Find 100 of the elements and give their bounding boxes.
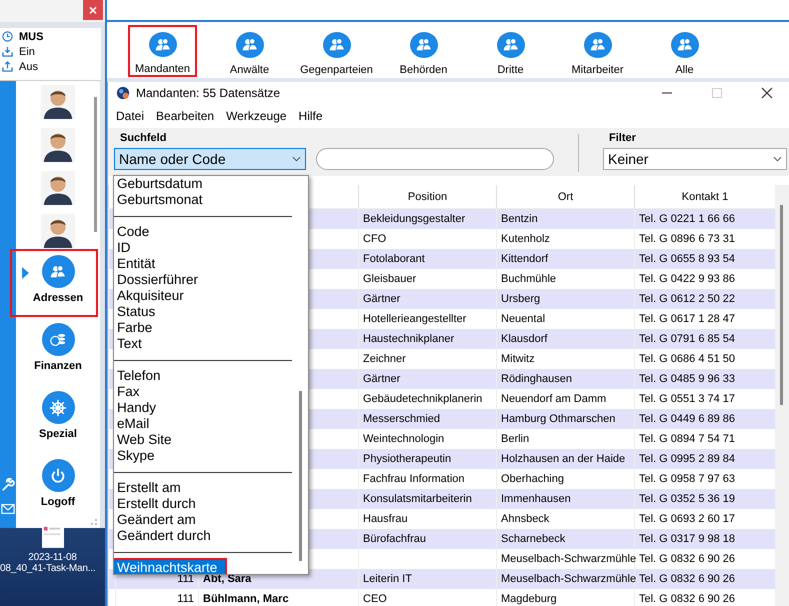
clock-icon: [2, 31, 13, 42]
resize-grip-icon[interactable]: [90, 518, 98, 526]
dropdown-option[interactable]: Akquisiteur: [114, 288, 295, 304]
dropdown-option[interactable]: Geburtsmonat: [114, 192, 295, 208]
table-cell: Rödinghausen: [501, 373, 572, 385]
table-cell: Meuselbach-Schwarzmühle: [501, 573, 636, 585]
dropdown-option[interactable]: eMail: [114, 416, 295, 432]
file-name: 08_40_41-Task-Man...: [0, 563, 96, 574]
ship-wheel-icon: [49, 398, 67, 416]
table-cell: Magdeburg: [501, 593, 557, 605]
table-cell: Tel. G 0551 3 74 17: [639, 393, 736, 405]
toolbar-button[interactable]: Anwälte: [206, 22, 293, 78]
table-cell: Tel. G 0832 6 90 26: [639, 593, 736, 605]
filter-dropdown[interactable]: Keiner: [603, 148, 787, 170]
nav-item[interactable]: Adressen: [10, 249, 98, 317]
dropdown-option[interactable]: Skype: [114, 448, 295, 464]
table-cell: CEO: [363, 593, 387, 605]
scrollbar-thumb[interactable]: [94, 97, 97, 232]
filter-label: Filter: [608, 132, 637, 144]
toolbar-button[interactable]: Mandanten: [128, 25, 197, 77]
table-cell: Hotellerieangestellter: [363, 313, 466, 325]
dropdown-option[interactable]: Geändert am: [114, 512, 295, 528]
close-button[interactable]: ×: [83, 0, 103, 20]
file-date: 2023-11-08: [28, 552, 77, 563]
table-cell: Klausdorf: [501, 333, 548, 345]
table-cell: Bühlmann, Marc: [203, 593, 289, 605]
table-cell: Tel. G 0485 9 96 33: [639, 373, 736, 385]
search-field-label: Suchfeld: [119, 132, 168, 144]
table-cell: Fachfrau Information: [363, 473, 464, 485]
table-cell: Konsulatsmitarbeiterin: [363, 493, 472, 505]
table-cell: Weintechnologin: [363, 433, 444, 445]
menu-item[interactable]: Hilfe: [292, 109, 329, 123]
toolbar-button[interactable]: Alle: [641, 22, 728, 78]
table-cell: Tel. G 0449 6 89 86: [639, 413, 736, 425]
upload-icon: [2, 61, 13, 72]
table-cell: Immenhausen: [501, 493, 571, 505]
table-cell: Tel. G 0896 6 73 31: [639, 233, 736, 245]
table-cell: Gebäudetechnikplanerin: [363, 393, 482, 405]
nav-item[interactable]: Spezial: [16, 385, 100, 453]
dropdown-option[interactable]: Entität: [114, 256, 295, 272]
table-cell: Zeichner: [363, 353, 406, 365]
dropdown-option[interactable]: Code: [114, 224, 295, 240]
mail-icon[interactable]: [1, 502, 15, 516]
scrollbar-thumb[interactable]: [299, 391, 302, 561]
dropdown-option[interactable]: Web Site: [114, 432, 295, 448]
table-cell: Tel. G 0422 9 93 86: [639, 273, 736, 285]
clock-action-link[interactable]: Aus: [19, 60, 38, 72]
scrollbar-thumb[interactable]: [780, 205, 784, 405]
table-cell: Fotolaborant: [363, 253, 425, 265]
table-cell: Holzhausen an der Haide: [501, 453, 626, 465]
user-code: MUS: [19, 30, 44, 42]
table-cell: Haustechnikplaner: [363, 333, 454, 345]
search-field-dropdown[interactable]: Name oder Code: [114, 148, 306, 170]
file-thumbnail-icon[interactable]: [42, 524, 64, 548]
close-icon[interactable]: [761, 87, 773, 99]
dropdown-option[interactable]: Status: [114, 304, 295, 320]
dropdown-option[interactable]: Text: [114, 336, 295, 352]
table-cell: Physiotherapeutin: [363, 453, 452, 465]
dropdown-option[interactable]: Handy: [114, 400, 295, 416]
power-icon: [49, 466, 67, 484]
dropdown-option[interactable]: Telefon: [114, 368, 295, 384]
dropdown-option[interactable]: ID: [114, 240, 295, 256]
search-input[interactable]: [316, 148, 554, 170]
toolbar-button[interactable]: Gegenparteien: [293, 22, 380, 78]
dropdown-option[interactable]: Erstellt durch: [114, 496, 295, 512]
table-cell: 111: [177, 593, 194, 605]
dropdown-option[interactable]: Fax: [114, 384, 295, 400]
clock-action-link[interactable]: Ein: [19, 46, 35, 58]
menu-item[interactable]: Bearbeiten: [150, 109, 220, 123]
dropdown-option[interactable]: Geändert durch: [114, 528, 295, 544]
nav-item[interactable]: Logoff: [16, 453, 100, 521]
table-cell: Mitwitz: [501, 353, 535, 365]
wrench-icon[interactable]: [1, 478, 15, 492]
table-cell: CFO: [363, 233, 386, 245]
table-cell: Bekleidungsgestalter: [363, 213, 466, 225]
table-cell: Tel. G 0686 4 51 50: [639, 353, 736, 365]
table-cell: Neuental: [501, 313, 546, 325]
maximize-icon[interactable]: [711, 87, 723, 99]
nav-item[interactable]: Finanzen: [16, 317, 100, 385]
table-cell: Gärtner: [363, 293, 400, 305]
dropdown-option[interactable]: Geburtsdatum: [114, 176, 295, 192]
dropdown-option[interactable]: Farbe: [114, 320, 295, 336]
table-cell: Messerschmied: [363, 413, 440, 425]
dropdown-option[interactable]: Weihnachtskarte: [114, 560, 225, 574]
table-cell: Bentzin: [501, 213, 538, 225]
table-cell: Berlin: [501, 433, 530, 445]
dropdown-option[interactable]: Erstellt am: [114, 480, 295, 496]
toolbar-button[interactable]: Behörden: [380, 22, 467, 78]
menu-item[interactable]: Werkzeuge: [220, 109, 293, 123]
chevron-down-icon: [292, 156, 301, 162]
dropdown-option[interactable]: Dossierführer: [114, 272, 295, 288]
table-cell: Ursberg: [501, 293, 540, 305]
menu-item[interactable]: Datei: [110, 109, 150, 123]
toolbar-button[interactable]: Dritte: [467, 22, 554, 78]
table-cell: Tel. G 0693 2 60 17: [639, 513, 736, 525]
table-cell: Tel. G 0894 7 54 71: [639, 433, 736, 445]
chevron-down-icon: [773, 156, 782, 162]
table-cell: Tel. G 0612 2 50 22: [639, 293, 736, 305]
table-cell: Abt, Sara: [203, 573, 252, 585]
toolbar-button[interactable]: Mitarbeiter: [554, 22, 641, 78]
